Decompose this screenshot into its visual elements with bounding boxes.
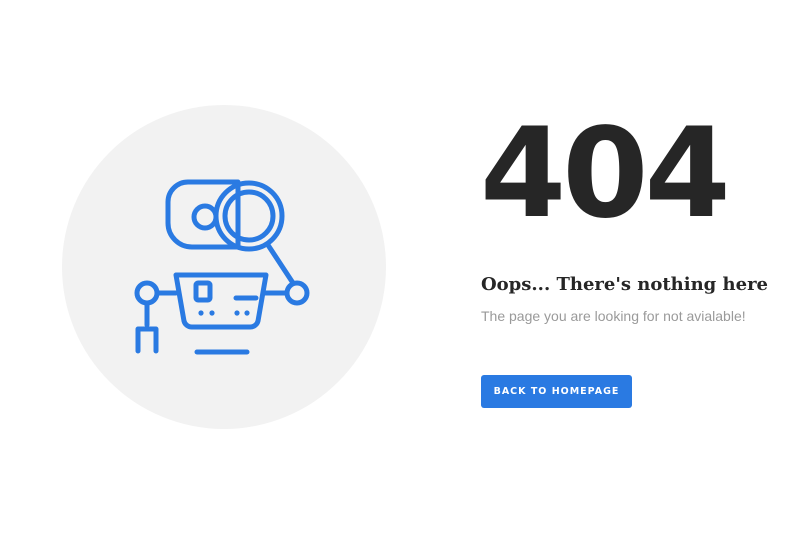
- error-page: 404 Oops... There's nothing here The pag…: [0, 0, 800, 533]
- error-headline: Oops... There's nothing here: [481, 274, 768, 295]
- error-code: 404: [480, 102, 731, 246]
- robot-icon: [134, 179, 310, 355]
- error-message: The page you are looking for not avialab…: [481, 308, 746, 324]
- back-to-homepage-button[interactable]: BACK TO HOMEPAGE: [481, 375, 632, 408]
